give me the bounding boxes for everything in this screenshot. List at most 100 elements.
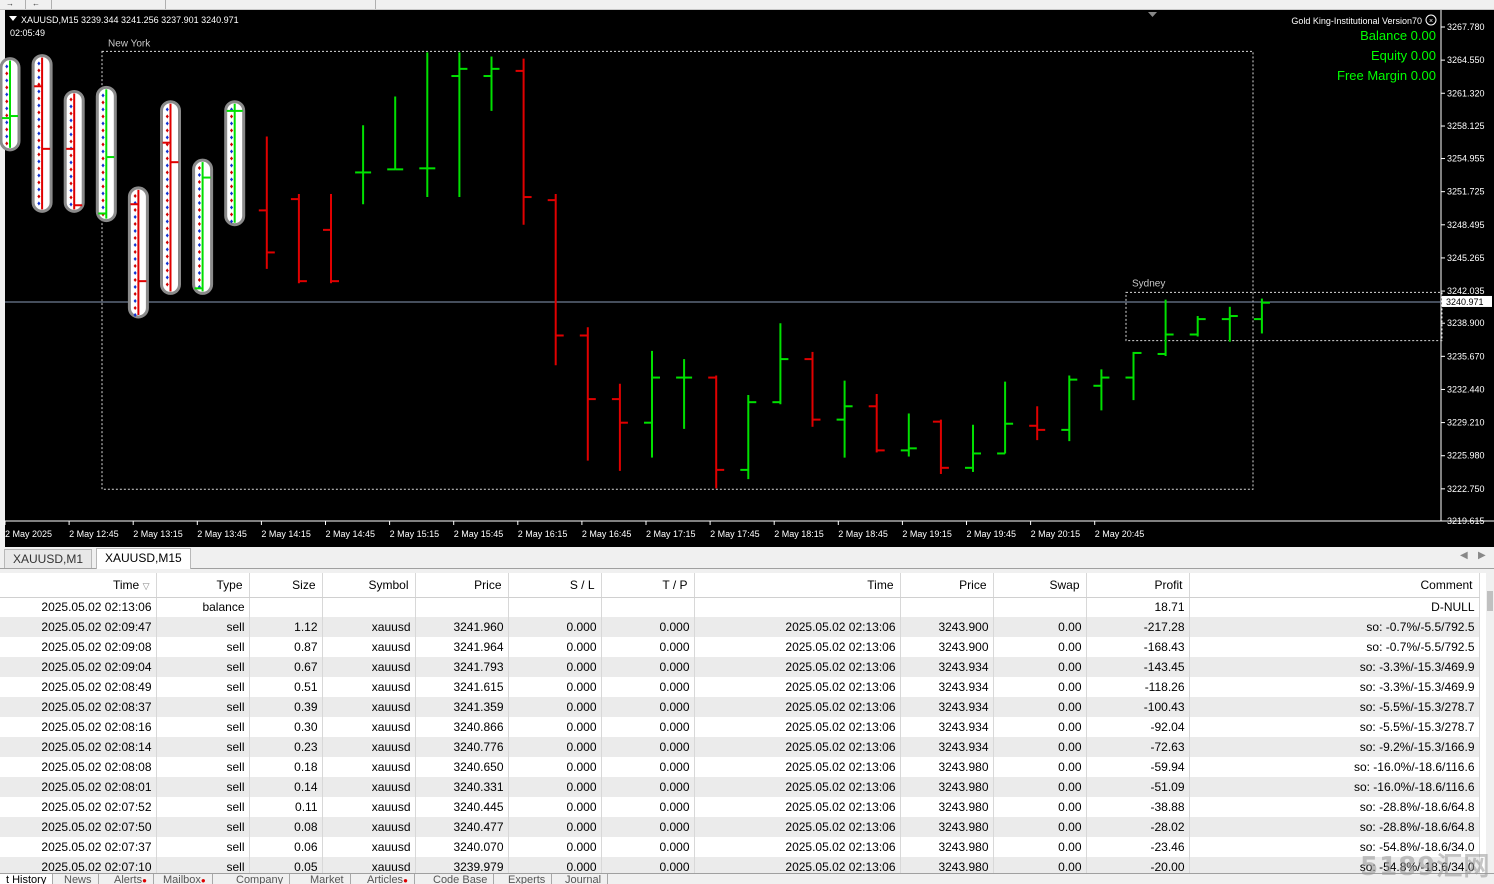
col-header-type[interactable]: Type — [156, 573, 250, 598]
x-tick-label: 2 May 17:15 — [646, 529, 696, 539]
cell-type: sell — [156, 837, 250, 857]
cell-close-price: 3243.900 — [900, 637, 994, 657]
table-row[interactable]: 2025.05.02 02:08:01 sell 0.14 xauusd 3240.33… — [0, 777, 1480, 797]
col-header-profit[interactable]: Profit — [1086, 573, 1190, 598]
signal-arrow-icon: ♦ — [166, 128, 170, 135]
cell-swap: 0.00 — [993, 697, 1087, 717]
signal-arrow-icon: ♦ — [133, 270, 137, 277]
cell-symbol: xauusd — [322, 697, 416, 717]
signal-arrow-icon: ♦ — [5, 71, 9, 78]
table-row[interactable]: 2025.05.02 02:08:16 sell 0.30 xauusd 3240.86… — [0, 717, 1480, 737]
col-header-tp[interactable]: T / P — [601, 573, 695, 598]
cell-type: sell — [156, 797, 250, 817]
col-header-size[interactable]: Size — [249, 573, 323, 598]
signal-arrow-icon: ♦ — [198, 193, 202, 200]
cell-time: 2025.05.02 02:08:08 — [0, 757, 157, 777]
signal-arrow-icon: ♦ — [69, 159, 73, 166]
col-header-close-time[interactable]: Time — [694, 573, 901, 598]
toolbar-button[interactable]: → — [4, 0, 26, 9]
tab-experts[interactable]: Experts — [502, 874, 553, 884]
x-tick-label: 2 May 18:45 — [838, 529, 888, 539]
cell-profit: -92.04 — [1086, 717, 1190, 737]
toolbar-segment[interactable] — [56, 0, 166, 9]
cell-price: 3241.960 — [415, 617, 509, 637]
col-header-price[interactable]: Price — [415, 573, 509, 598]
cell-swap: 0.00 — [993, 637, 1087, 657]
signal-arrow-icon: ♦ — [69, 138, 73, 145]
cell-size — [249, 597, 323, 617]
tab-code-base[interactable]: Code Base — [427, 874, 495, 884]
tab-journal[interactable]: Journal — [559, 874, 609, 884]
tab-xauusd-m1[interactable]: XAUUSD,M1 — [4, 549, 93, 568]
tab-articles[interactable]: Articles● — [361, 874, 415, 884]
signal-arrow-icon: ♦ — [101, 99, 105, 106]
tab-scroll-right-icon[interactable]: ▶ — [1478, 550, 1486, 561]
tab-mailbox[interactable]: Mailbox● — [157, 874, 213, 884]
tab-t-history[interactable]: t History — [0, 874, 54, 884]
cell-tp — [601, 597, 695, 617]
signal-arrow-icon: ♦ — [5, 85, 9, 92]
signal-arrow-icon: ♦ — [69, 103, 73, 110]
signal-arrow-icon: ♦ — [198, 179, 202, 186]
price-chart[interactable]: New YorkSydney♦♦♦♦♦♦♦♦♦♦♦♦♦♦♦♦♦♦♦♦♦♦♦♦♦♦… — [0, 10, 1494, 547]
terminal-tabs: t History News Alerts● Mailbox● Company Marke… — [0, 873, 1494, 884]
cell-sl: 0.000 — [508, 737, 602, 757]
signal-arrow-icon: ♦ — [166, 149, 170, 156]
tab-news[interactable]: News — [58, 874, 99, 884]
cell-close-price: 3243.934 — [900, 677, 994, 697]
tab-market[interactable]: Market — [304, 874, 351, 884]
signal-arrow-icon: ♦ — [230, 121, 234, 128]
tab-alerts[interactable]: Alerts● — [108, 874, 154, 884]
table-row[interactable]: 2025.05.02 02:09:08 sell 0.87 xauusd 3241.96… — [0, 637, 1480, 657]
cell-type: sell — [156, 777, 250, 797]
cell-swap: 0.00 — [993, 797, 1087, 817]
cell-sl: 0.000 — [508, 857, 602, 873]
table-row[interactable]: 2025.05.02 02:08:14 sell 0.23 xauusd 3240.77… — [0, 737, 1480, 757]
col-header-comment[interactable]: Comment — [1189, 573, 1480, 598]
toolbar-segment[interactable] — [170, 0, 376, 9]
table-row[interactable]: 2025.05.02 02:07:50 sell 0.08 xauusd 3240.47… — [0, 817, 1480, 837]
tab-company[interactable]: Company — [230, 874, 291, 884]
cell-swap: 0.00 — [993, 757, 1087, 777]
cell-size: 0.14 — [249, 777, 323, 797]
table-row[interactable]: 2025.05.02 02:09:04 sell 0.67 xauusd 3241.79… — [0, 657, 1480, 677]
col-header-sl[interactable]: S / L — [508, 573, 602, 598]
table-row[interactable]: 2025.05.02 02:08:49 sell 0.51 xauusd 3241.61… — [0, 677, 1480, 697]
table-row[interactable]: 2025.05.02 02:07:37 sell 0.06 xauusd 3240.07… — [0, 837, 1480, 857]
col-header-symbol[interactable]: Symbol — [322, 573, 416, 598]
signal-arrow-icon: ♦ — [101, 211, 105, 218]
cell-price — [415, 597, 509, 617]
cell-time: 2025.05.02 02:08:01 — [0, 777, 157, 797]
table-row[interactable]: 2025.05.02 02:07:10 sell 0.05 xauusd 3239.97… — [0, 857, 1480, 873]
y-tick-label: 3242.035 — [1447, 286, 1485, 296]
indicator-close-glyph: × — [1429, 18, 1433, 25]
scrollbar-thumb[interactable] — [1487, 591, 1493, 611]
cell-type: sell — [156, 857, 250, 873]
signal-arrow-icon: ♦ — [101, 204, 105, 211]
cell-sl — [508, 597, 602, 617]
signal-arrow-icon: ♦ — [101, 92, 105, 99]
col-header-time[interactable]: Time ▽ — [0, 573, 157, 598]
cell-close-price: 3243.934 — [900, 657, 994, 677]
cell-profit: -143.45 — [1086, 657, 1190, 677]
cell-profit: -72.63 — [1086, 737, 1190, 757]
tab-xauusd-m15[interactable]: XAUUSD,M15 — [96, 548, 191, 569]
table-row[interactable]: 2025.05.02 02:09:47 sell 1.12 xauusd 3241.96… — [0, 617, 1480, 637]
cell-tp: 0.000 — [601, 617, 695, 637]
cell-close-price: 3243.980 — [900, 857, 994, 873]
table-row[interactable]: 2025.05.02 02:07:52 sell 0.11 xauusd 3240.44… — [0, 797, 1480, 817]
col-header-swap[interactable]: Swap — [993, 573, 1087, 598]
table-scrollbar[interactable] — [1486, 573, 1494, 873]
col-header-close-price[interactable]: Price — [900, 573, 994, 598]
cell-time: 2025.05.02 02:07:37 — [0, 837, 157, 857]
toolbar-button[interactable]: ← — [30, 0, 52, 9]
tab-scroll-left-icon[interactable]: ◀ — [1460, 550, 1468, 561]
cell-tp: 0.000 — [601, 857, 695, 873]
cell-size: 0.23 — [249, 737, 323, 757]
y-tick-label: 3229.210 — [1447, 418, 1485, 428]
table-row[interactable]: 2025.05.02 02:13:06 balance 18.71 D-NULL — [0, 597, 1480, 617]
current-price-label: 3240.971 — [1446, 297, 1484, 307]
signal-arrow-icon: ♦ — [166, 282, 170, 289]
table-row[interactable]: 2025.05.02 02:08:08 sell 0.18 xauusd 3240.65… — [0, 757, 1480, 777]
table-row[interactable]: 2025.05.02 02:08:37 sell 0.39 xauusd 3241.35… — [0, 697, 1480, 717]
